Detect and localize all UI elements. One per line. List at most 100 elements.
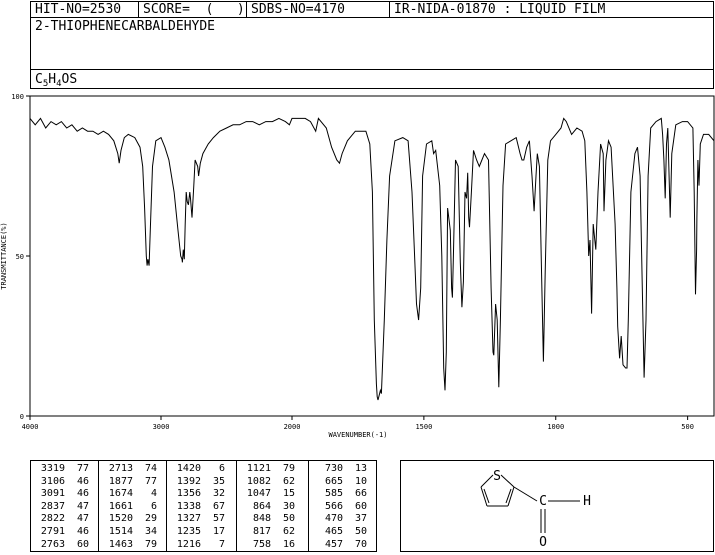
peak-wavenumber: 3091 (40, 488, 65, 500)
peak-wavenumber: 3106 (40, 475, 65, 487)
peak-wavenumber: 1121 (246, 463, 271, 474)
bond-c4-c5-double (483, 488, 490, 504)
ir-info: IR-NIDA-01870 : LIQUID FILM (394, 2, 606, 17)
peak-wavenumber: 848 (252, 513, 271, 525)
peak-transmittance: 10 (354, 475, 367, 487)
peak-wavenumber: 1514 (108, 525, 133, 537)
peak-transmittance: 17 (212, 525, 225, 537)
x-tick-label: 2000 (284, 423, 301, 431)
peak-wavenumber: 1356 (176, 488, 201, 500)
peak-transmittance: 34 (144, 525, 157, 537)
peak-transmittance: 46 (76, 488, 89, 500)
peak-wavenumber: 2713 (108, 463, 133, 474)
peak-transmittance: 47 (76, 500, 89, 512)
peak-column: 2713 74 1877 77 1674 4 1661 6 1520 29 1514 34 1463 79 (99, 461, 167, 551)
carbon-label: C (539, 494, 547, 509)
peak-transmittance: 30 (282, 500, 295, 512)
peak-transmittance: 6 (150, 500, 157, 512)
x-tick-label: 500 (681, 423, 694, 431)
peak-wavenumber: 1674 (108, 488, 133, 500)
peak-row: 1216 7 (167, 539, 236, 552)
formula-text: OS (61, 72, 78, 87)
peak-row: 3091 46 (31, 488, 98, 501)
peak-wavenumber: 465 (324, 525, 343, 537)
peak-row: 1235 17 (167, 526, 236, 539)
peak-wavenumber: 470 (324, 513, 343, 525)
peak-wavenumber: 730 (324, 463, 343, 474)
peak-transmittance: 79 (144, 538, 157, 550)
oxygen-label: O (539, 535, 547, 550)
peak-row: 1661 6 (99, 501, 166, 514)
peak-row: 465 50 (309, 526, 376, 539)
score: SCORE= ( ) (139, 2, 247, 17)
sulfur-label: S (493, 469, 501, 484)
peak-transmittance: 74 (144, 463, 157, 474)
peak-row: 1420 6 (167, 463, 236, 476)
peak-table: 3319 77 3106 46 3091 46 2837 47 2822 47 2791 46 2763… (30, 460, 377, 552)
peak-column: 1420 6 1392 35 1356 32 1338 67 1327 57 1235 17 1216 7 (167, 461, 237, 551)
peak-wavenumber: 566 (324, 500, 343, 512)
peak-transmittance: 79 (282, 463, 295, 474)
bond-c5-s (480, 474, 494, 488)
peak-transmittance: 46 (76, 475, 89, 487)
y-axis-label: TRANSMITTANCE(%) (0, 222, 8, 289)
peak-transmittance: 66 (354, 488, 367, 500)
peak-row: 758 16 (237, 539, 308, 552)
peak-wavenumber: 1420 (176, 463, 201, 474)
peak-row: 1392 35 (167, 476, 236, 489)
peak-wavenumber: 2837 (40, 500, 65, 512)
peak-transmittance: 7 (218, 538, 225, 550)
peak-wavenumber: 1216 (176, 538, 201, 550)
peak-row: 1338 67 (167, 501, 236, 514)
peak-wavenumber: 758 (252, 538, 271, 550)
peak-transmittance: 57 (212, 513, 225, 525)
peak-transmittance: 46 (76, 525, 89, 537)
peak-transmittance: 50 (354, 525, 367, 537)
peak-row: 2763 60 (31, 539, 98, 552)
peak-wavenumber: 864 (252, 500, 271, 512)
peak-column: 730 13 665 10 585 66 566 60 470 37 465 50 457 70 (309, 461, 376, 551)
structure-diagram: S C H O (480, 469, 591, 550)
sdbs-number: SDBS-NO=4170 (247, 2, 390, 17)
peak-row: 2713 74 (99, 463, 166, 476)
hit-number: HIT-NO=2530 (31, 2, 139, 17)
x-axis-label: WAVENUMBER(-1) (328, 431, 387, 439)
peak-row: 665 10 (309, 476, 376, 489)
peak-row: 1674 4 (99, 488, 166, 501)
compound-name-box: 2-THIOPHENECARBALDEHYDE (30, 17, 714, 70)
peak-transmittance: 67 (212, 500, 225, 512)
peak-wavenumber: 665 (324, 475, 343, 487)
peak-column: 1121 79 1082 62 1047 15 864 30 848 50 817 62 758 16 (237, 461, 309, 551)
peak-wavenumber: 2822 (40, 513, 65, 525)
peak-transmittance: 6 (218, 463, 225, 474)
peak-row: 585 66 (309, 488, 376, 501)
ir-spectrum-chart: 4000 3000 2000 1500 1000 500 0 50 100 WAVENUMBE… (0, 93, 715, 439)
peak-transmittance: 15 (282, 488, 295, 500)
peak-transmittance: 77 (144, 475, 157, 487)
peak-row: 864 30 (237, 501, 308, 514)
formula-text: H (48, 72, 57, 87)
plot-frame (29, 95, 715, 417)
bond-s-c2 (500, 474, 515, 488)
peak-row: 1463 79 (99, 539, 166, 552)
peak-row: 1520 29 (99, 513, 166, 526)
peak-wavenumber: 1392 (176, 475, 201, 487)
peak-row: 3106 46 (31, 476, 98, 489)
peak-row: 730 13 (309, 463, 376, 476)
peak-row: 2791 46 (31, 526, 98, 539)
peak-transmittance: 35 (212, 475, 225, 487)
peak-transmittance: 62 (282, 475, 295, 487)
peak-wavenumber: 2763 (40, 538, 65, 550)
bond-c2-cho (513, 486, 538, 502)
x-tick-label: 1500 (415, 423, 432, 431)
peak-wavenumber: 2791 (40, 525, 65, 537)
hydrogen-label: H (583, 494, 591, 509)
x-tick-label: 3000 (153, 423, 170, 431)
y-axis-ticks: 0 50 100 (11, 93, 30, 421)
peak-row: 2822 47 (31, 513, 98, 526)
peak-row: 566 60 (309, 501, 376, 514)
peak-wavenumber: 1661 (108, 500, 133, 512)
peak-transmittance: 47 (76, 513, 89, 525)
y-tick-label: 0 (20, 413, 24, 421)
peak-row: 1514 34 (99, 526, 166, 539)
